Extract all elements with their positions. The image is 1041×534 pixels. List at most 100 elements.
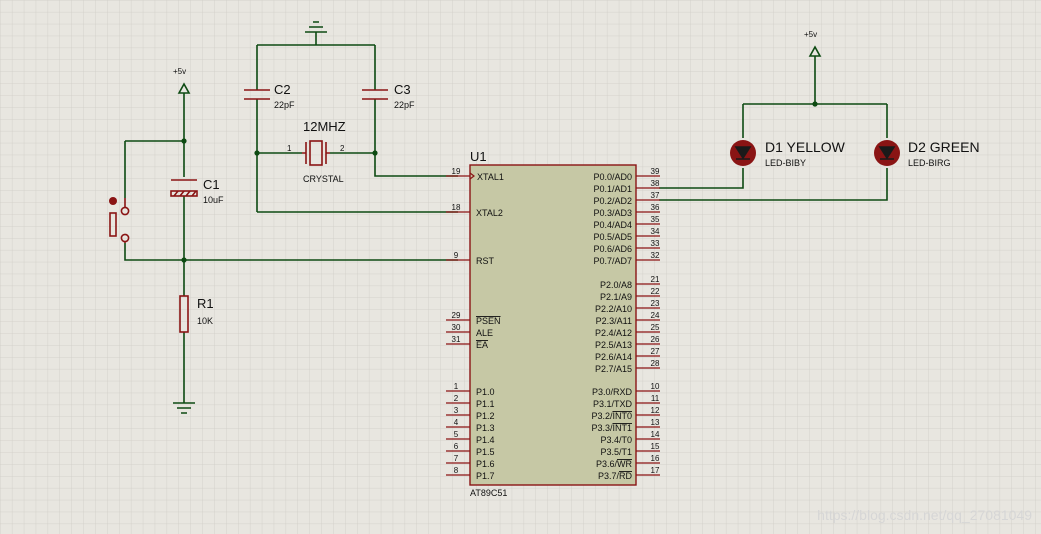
pin-name: XTAL1	[477, 172, 504, 182]
pin-number: 14	[651, 430, 660, 439]
pin-number: 38	[651, 179, 660, 188]
chip-ref: U1	[470, 149, 487, 164]
pin-name: P1.4	[476, 435, 495, 445]
c3-value: 22pF	[394, 100, 415, 110]
pin-number: 5	[454, 430, 459, 439]
pin-name: P0.6/AD6	[593, 244, 632, 254]
pin-number: 10	[651, 382, 660, 391]
pin-name: P1.2	[476, 411, 495, 421]
pin-name: P0.5/AD5	[593, 232, 632, 242]
pin-name: P0.0/AD0	[593, 172, 632, 182]
chip-u1[interactable]: U1 AT89C51 19XTAL118XTAL29RST29PSEN30ALE…	[446, 149, 660, 498]
crystal-pin2: 2	[340, 144, 345, 153]
pin-name: P1.0	[476, 387, 495, 397]
pin-number: 37	[651, 191, 660, 200]
pin-number: 32	[651, 251, 660, 260]
pin-name: P1.3	[476, 423, 495, 433]
pin-number: 16	[651, 454, 660, 463]
pin-name: P2.1/A9	[600, 292, 632, 302]
pin-number: 1	[454, 382, 459, 391]
pin-number: 26	[651, 335, 660, 344]
d2-part: LED-BIRG	[908, 158, 951, 168]
d1-part: LED-BIBY	[765, 158, 806, 168]
pin-number: 19	[452, 167, 461, 176]
pin-number: 30	[452, 323, 461, 332]
pin-name: P0.2/AD2	[593, 196, 632, 206]
d2-label: D2 GREEN	[908, 139, 980, 155]
pin-name: P3.2/INT0	[591, 411, 632, 421]
d1-label: D1 YELLOW	[765, 139, 846, 155]
pin-number: 27	[651, 347, 660, 356]
pin-name: P0.1/AD1	[593, 184, 632, 194]
pin-name: P3.6/WR	[596, 459, 633, 469]
pin-number: 8	[454, 466, 459, 475]
pin-name: ALE	[476, 328, 493, 338]
pin-name: P2.4/A12	[595, 328, 632, 338]
c2-value: 22pF	[274, 100, 295, 110]
pin-number: 12	[651, 406, 660, 415]
pin-name: P0.4/AD4	[593, 220, 632, 230]
pin-name: P2.7/A15	[595, 364, 632, 374]
pin-name: P1.6	[476, 459, 495, 469]
crystal-label: 12MHZ	[303, 119, 346, 134]
pin-name: P3.4/T0	[600, 435, 632, 445]
crystal-pin1: 1	[287, 144, 292, 153]
r1-label: R1	[197, 296, 214, 311]
pin-number: 35	[651, 215, 660, 224]
c3-label: C3	[394, 82, 411, 97]
r1-value: 10K	[197, 316, 213, 326]
pin-name: EA	[476, 340, 488, 350]
pin-name: PSEN	[476, 316, 501, 326]
pin-name: P3.5/T1	[600, 447, 632, 457]
pin-number: 9	[454, 251, 459, 260]
pin-name: P3.0/RXD	[592, 387, 633, 397]
pin-number: 24	[651, 311, 660, 320]
pin-number: 22	[651, 287, 660, 296]
pin-name: P2.2/A10	[595, 304, 632, 314]
power-left-label: +5v	[173, 67, 186, 76]
c1-value: 10uF	[203, 195, 224, 205]
pin-number: 18	[452, 203, 461, 212]
pin-name: P0.7/AD7	[593, 256, 632, 266]
button-handle[interactable]	[109, 197, 117, 205]
pin-name: P1.7	[476, 471, 495, 481]
pin-number: 23	[651, 299, 660, 308]
c2-label: C2	[274, 82, 291, 97]
pin-name: P3.3/INT1	[591, 423, 632, 433]
pin-number: 21	[651, 275, 660, 284]
pin-number: 6	[454, 442, 459, 451]
pin-number: 13	[651, 418, 660, 427]
power-right-label: +5v	[804, 30, 817, 39]
watermark: https://blog.csdn.net/qq_27081049	[817, 507, 1032, 523]
pin-number: 4	[454, 418, 459, 427]
pin-name: P3.1/TXD	[593, 399, 633, 409]
pin-number: 31	[452, 335, 461, 344]
pin-name: P2.6/A14	[595, 352, 632, 362]
pin-number: 2	[454, 394, 459, 403]
pin-name: P2.0/A8	[600, 280, 632, 290]
pin-number: 17	[651, 466, 660, 475]
pin-name: P2.3/A11	[596, 316, 632, 326]
pin-number: 25	[651, 323, 660, 332]
c1-label: C1	[203, 177, 220, 192]
pin-name: XTAL2	[476, 208, 503, 218]
pin-name: P3.7/RD	[598, 471, 633, 481]
crystal-type: CRYSTAL	[303, 174, 344, 184]
pin-name: P1.5	[476, 447, 495, 457]
schematic-canvas: C2 22pF C3 22pF 12MHZ 1 2 CRYSTAL +5v C1…	[0, 0, 1041, 534]
pin-number: 28	[651, 359, 660, 368]
pin-number: 15	[651, 442, 660, 451]
pin-number: 7	[454, 454, 459, 463]
pin-number: 39	[651, 167, 660, 176]
pin-number: 33	[651, 239, 660, 248]
pin-number: 29	[452, 311, 461, 320]
pin-name: P1.1	[476, 399, 495, 409]
pin-number: 34	[651, 227, 660, 236]
pin-number: 11	[651, 394, 660, 403]
pin-number: 3	[454, 406, 459, 415]
pin-name: P0.3/AD3	[593, 208, 632, 218]
pin-number: 36	[651, 203, 660, 212]
pin-name: P2.5/A13	[595, 340, 632, 350]
pin-name: RST	[476, 256, 495, 266]
chip-part: AT89C51	[470, 488, 507, 498]
